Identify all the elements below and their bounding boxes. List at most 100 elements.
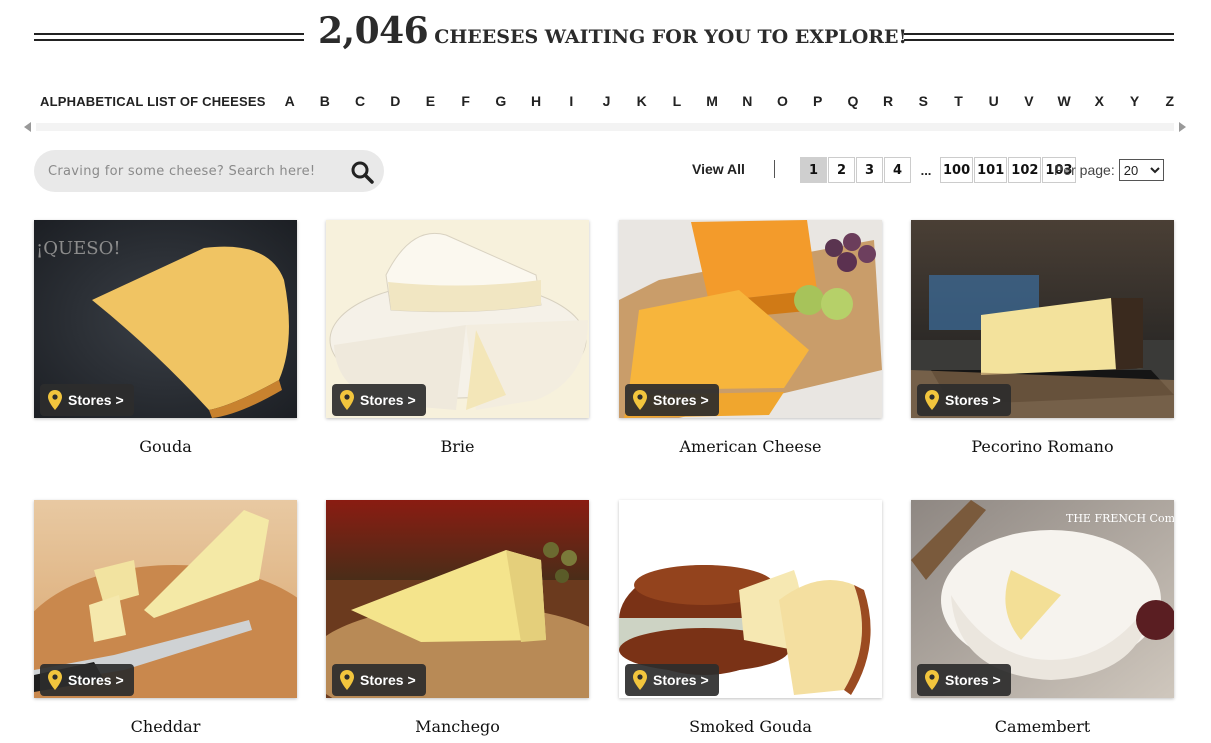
scroll-track[interactable] (36, 123, 1174, 131)
page-button-102[interactable]: 102 (1008, 157, 1042, 183)
letter-k[interactable]: K (632, 93, 652, 109)
letter-c[interactable]: C (350, 93, 370, 109)
letter-l[interactable]: L (667, 93, 687, 109)
per-page-select[interactable]: 20 (1118, 159, 1164, 181)
cheese-name[interactable]: American Cheese (619, 437, 882, 456)
cheese-name[interactable]: Brie (326, 437, 589, 456)
pagination: 1 2 3 4... 100 101 102 103 (800, 157, 1077, 183)
letter-g[interactable]: G (491, 93, 511, 109)
location-pin-icon (925, 670, 939, 690)
stores-button[interactable]: Stores > (40, 384, 134, 416)
per-page-control: Per page: 20 (1054, 159, 1164, 181)
cheese-image[interactable]: Stores > (34, 500, 297, 698)
stores-label: Stores > (360, 672, 416, 688)
page-header: 2,046 CHEESES WAITING FOR YOU TO EXPLORE! (0, 10, 1211, 62)
letter-q[interactable]: Q (843, 93, 863, 109)
stores-button[interactable]: Stores > (625, 384, 719, 416)
letter-e[interactable]: E (420, 93, 440, 109)
letter-p[interactable]: P (808, 93, 828, 109)
cheese-image[interactable]: Stores > (326, 220, 589, 418)
cheese-name[interactable]: Camembert (911, 717, 1174, 736)
scroll-left-arrow-icon[interactable] (24, 122, 31, 132)
location-pin-icon (340, 390, 354, 410)
letter-r[interactable]: R (878, 93, 898, 109)
stores-button[interactable]: Stores > (917, 384, 1011, 416)
letter-t[interactable]: T (949, 93, 969, 109)
stores-label: Stores > (945, 392, 1001, 408)
letter-o[interactable]: O (773, 93, 793, 109)
cheese-name[interactable]: Pecorino Romano (911, 437, 1174, 456)
stores-label: Stores > (360, 392, 416, 408)
stores-label: Stores > (945, 672, 1001, 688)
location-pin-icon (633, 390, 647, 410)
letter-j[interactable]: J (596, 93, 616, 109)
stores-label: Stores > (653, 672, 709, 688)
letter-f[interactable]: F (456, 93, 476, 109)
letter-s[interactable]: S (913, 93, 933, 109)
alphabet-nav: ALPHABETICAL LIST OF CHEESES ABCDEFGHIJK… (40, 90, 1180, 112)
letter-z[interactable]: Z (1160, 93, 1180, 109)
cheese-card[interactable]: Stores > Manchego (326, 500, 589, 736)
search-icon[interactable] (350, 160, 374, 184)
page-button-3[interactable]: 3 (856, 157, 883, 183)
page-button-100[interactable]: 100 (940, 157, 974, 183)
scroll-right-arrow-icon[interactable] (1179, 122, 1186, 132)
letter-b[interactable]: B (315, 93, 335, 109)
letter-y[interactable]: Y (1125, 93, 1145, 109)
cheese-card[interactable]: Stores > Pecorino Romano (911, 220, 1174, 456)
per-page-label: Per page: (1054, 162, 1115, 178)
cheese-card[interactable]: THE FRENCH Comté Stores > Camembert (911, 500, 1174, 736)
divider (774, 160, 775, 178)
stores-button[interactable]: Stores > (625, 664, 719, 696)
stores-button[interactable]: Stores > (40, 664, 134, 696)
letter-i[interactable]: I (561, 93, 581, 109)
letter-m[interactable]: M (702, 93, 722, 109)
svg-text:¡QUESO!: ¡QUESO! (36, 238, 121, 259)
stores-button[interactable]: Stores > (917, 664, 1011, 696)
cheese-card[interactable]: Stores > Brie (326, 220, 589, 456)
page-title: 2,046 CHEESES WAITING FOR YOU TO EXPLORE! (318, 10, 907, 52)
view-all-link[interactable]: View All (692, 161, 745, 177)
cheese-image[interactable]: THE FRENCH Comté Stores > (911, 500, 1174, 698)
letter-list: ABCDEFGHIJKLMNOPQRSTUVWXYZ (280, 93, 1180, 109)
letter-d[interactable]: D (385, 93, 405, 109)
stores-label: Stores > (68, 672, 124, 688)
letter-u[interactable]: U (984, 93, 1004, 109)
cheese-count: 2,046 (318, 10, 429, 52)
location-pin-icon (925, 390, 939, 410)
page-button-101[interactable]: 101 (974, 157, 1008, 183)
page-button-1[interactable]: 1 (800, 157, 827, 183)
cheese-card[interactable]: Stores > Smoked Gouda (619, 500, 882, 736)
cheese-image[interactable]: ¡QUESO! Stores > (34, 220, 297, 418)
cheese-name[interactable]: Gouda (34, 437, 297, 456)
cheese-image[interactable]: Stores > (619, 500, 882, 698)
search-box (34, 150, 384, 192)
search-input[interactable] (48, 150, 338, 192)
page-button-4[interactable]: 4 (884, 157, 911, 183)
stores-button[interactable]: Stores > (332, 664, 426, 696)
cheese-name[interactable]: Smoked Gouda (619, 717, 882, 736)
cheese-card[interactable]: ¡QUESO! Stores > Gouda (34, 220, 297, 456)
stores-button[interactable]: Stores > (332, 384, 426, 416)
letter-h[interactable]: H (526, 93, 546, 109)
cheese-name[interactable]: Cheddar (34, 717, 297, 736)
cheese-card[interactable]: Stores > American Cheese (619, 220, 882, 456)
headline-text: CHEESES WAITING FOR YOU TO EXPLORE! (434, 26, 907, 48)
alphabet-title: ALPHABETICAL LIST OF CHEESES (40, 93, 266, 109)
cheese-card[interactable]: Stores > Cheddar (34, 500, 297, 736)
alphabet-scrollbar[interactable] (22, 120, 1188, 134)
cheese-image[interactable]: Stores > (326, 500, 589, 698)
cheese-image[interactable]: Stores > (619, 220, 882, 418)
letter-n[interactable]: N (737, 93, 757, 109)
letter-x[interactable]: X (1089, 93, 1109, 109)
cheese-image[interactable]: Stores > (911, 220, 1174, 418)
location-pin-icon (48, 390, 62, 410)
stores-label: Stores > (653, 392, 709, 408)
page-button-2[interactable]: 2 (828, 157, 855, 183)
letter-w[interactable]: W (1054, 93, 1074, 109)
letter-v[interactable]: V (1019, 93, 1039, 109)
letter-a[interactable]: A (280, 93, 300, 109)
location-pin-icon (48, 670, 62, 690)
cheese-name[interactable]: Manchego (326, 717, 589, 736)
header-rule-right (904, 33, 1174, 41)
